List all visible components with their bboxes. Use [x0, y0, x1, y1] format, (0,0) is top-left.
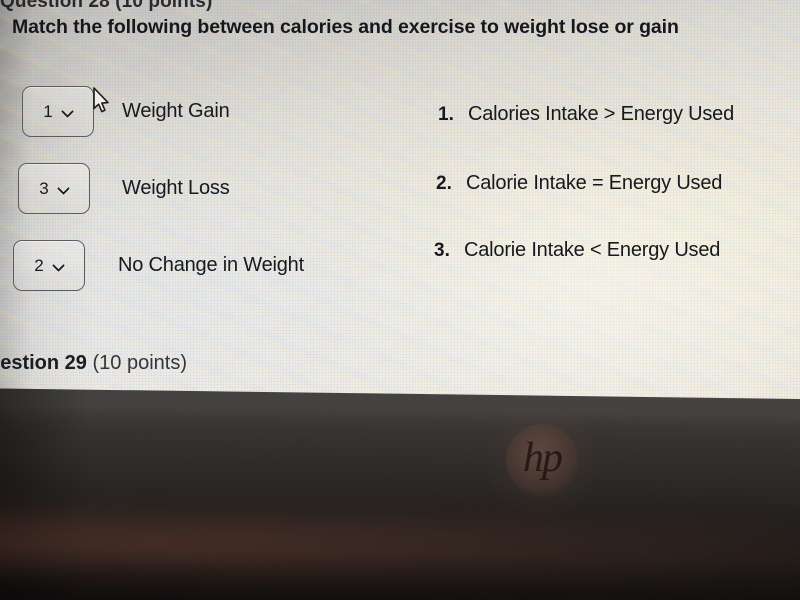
option-number: 2. [436, 173, 452, 194]
option-text: Calories Intake > Energy Used [468, 103, 735, 125]
hp-logo-text: hp [523, 435, 563, 481]
option-row: 1. Calories Intake > Energy Used [438, 103, 734, 126]
laptop-bezel [0, 388, 800, 600]
answer-select-weight-gain[interactable]: 1 [22, 86, 94, 137]
option-number: 1. [438, 104, 454, 125]
laptop-photo: Question 28 (10 points) Match the follow… [0, 0, 800, 600]
option-number: 3. [434, 240, 450, 261]
chevron-down-icon [62, 106, 73, 117]
match-row: 2 No Change in Weight [13, 240, 304, 291]
previous-question-label-cutoff: Question 28 (10 points) [0, 0, 213, 12]
match-row: 1 Weight Gain [22, 86, 230, 137]
answer-select-weight-loss[interactable]: 3 [18, 163, 90, 214]
answer-select-value: 2 [34, 256, 44, 275]
option-text: Calorie Intake < Energy Used [464, 239, 721, 261]
question-prompt: Match the following between calories and… [12, 16, 679, 38]
option-text: Calorie Intake = Energy Used [466, 172, 723, 194]
answer-select-value: 3 [39, 179, 49, 198]
next-question-heading: uestion 29 (10 points) [0, 352, 187, 375]
option-row: 3. Calorie Intake < Energy Used [434, 239, 720, 262]
mouse-cursor-icon [92, 86, 112, 116]
answer-select-no-change[interactable]: 2 [13, 240, 85, 291]
laptop-screen: Question 28 (10 points) Match the follow… [0, 0, 800, 404]
match-item-label: Weight Loss [122, 177, 230, 199]
next-question-points: (10 points) [92, 352, 187, 374]
hp-logo-icon: hp [506, 424, 578, 496]
match-row: 3 Weight Loss [18, 163, 230, 214]
match-item-label: No Change in Weight [118, 254, 304, 276]
match-item-label: Weight Gain [122, 100, 230, 122]
screen-glare [340, 120, 800, 404]
chevron-down-icon [58, 183, 69, 194]
next-question-name: uestion 29 [0, 352, 87, 374]
option-row: 2. Calorie Intake = Energy Used [436, 172, 722, 195]
answer-select-value: 1 [43, 102, 53, 121]
chevron-down-icon [53, 260, 64, 271]
